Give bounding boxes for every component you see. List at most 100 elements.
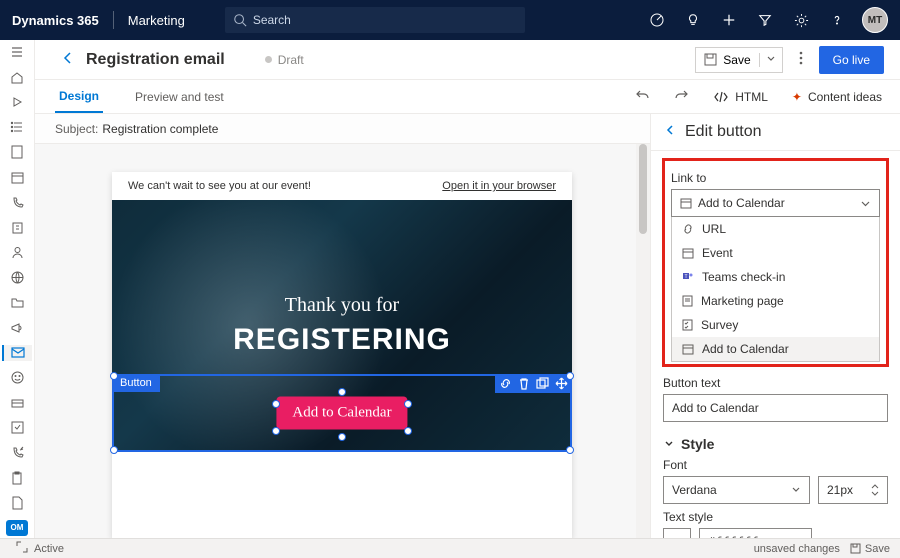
- resize-handle[interactable]: [272, 427, 280, 435]
- editor-tabs: Design Preview and test HTML ✦Content id…: [0, 80, 900, 114]
- move-icon[interactable]: [555, 377, 568, 390]
- app-area[interactable]: Marketing: [128, 13, 185, 28]
- color-swatch[interactable]: [663, 528, 691, 538]
- page-icon[interactable]: [2, 144, 32, 160]
- segment-icon[interactable]: [2, 395, 32, 411]
- task-icon[interactable]: [2, 420, 32, 436]
- resize-handle[interactable]: [566, 372, 574, 380]
- option-url[interactable]: URL: [672, 217, 879, 241]
- lightbulb-icon[interactable]: [678, 5, 708, 35]
- user-avatar[interactable]: MT: [862, 7, 888, 33]
- link-to-section: Link to Add to Calendar URL Event TTeams…: [663, 159, 888, 366]
- resize-handle[interactable]: [110, 372, 118, 380]
- save-split[interactable]: [759, 53, 776, 67]
- globe-icon[interactable]: [2, 269, 32, 285]
- hero-block[interactable]: Thank you for REGISTERING Button Add to …: [112, 200, 572, 450]
- tab-html[interactable]: HTML: [713, 90, 768, 104]
- back-icon[interactable]: [60, 50, 76, 69]
- megaphone-icon[interactable]: [2, 320, 32, 336]
- target-icon[interactable]: [642, 5, 672, 35]
- link-to-select[interactable]: Add to Calendar: [671, 189, 880, 217]
- list-icon[interactable]: [2, 119, 32, 135]
- scrollbar-thumb[interactable]: [639, 144, 647, 234]
- phone-icon[interactable]: [2, 194, 32, 210]
- tab-preview[interactable]: Preview and test: [131, 80, 228, 113]
- code-icon: [713, 91, 729, 103]
- filter-icon[interactable]: [750, 5, 780, 35]
- spinner-icon: [871, 483, 879, 497]
- resize-handle[interactable]: [566, 446, 574, 454]
- text-style-label: Text style: [663, 510, 888, 524]
- subject-value: Registration complete: [102, 122, 218, 136]
- clipboard-icon[interactable]: [2, 470, 32, 486]
- resize-handle[interactable]: [338, 433, 346, 441]
- area-switcher[interactable]: OM: [6, 520, 28, 536]
- status-bar: Active unsaved changes Save: [0, 538, 900, 558]
- expand-icon[interactable]: [16, 541, 28, 556]
- menu-icon[interactable]: [2, 44, 32, 60]
- redo-icon[interactable]: [674, 88, 689, 106]
- cta-button[interactable]: Add to Calendar: [276, 397, 407, 430]
- canvas-area[interactable]: We can't wait to see you at our event! O…: [35, 144, 650, 538]
- resize-handle[interactable]: [338, 388, 346, 396]
- person-icon[interactable]: [2, 244, 32, 260]
- status-save-button[interactable]: Save: [850, 543, 890, 555]
- chevron-down-icon: [663, 438, 675, 450]
- status-unsaved: unsaved changes: [754, 543, 840, 555]
- color-hex-input[interactable]: #ffffff: [699, 528, 812, 538]
- option-teams[interactable]: TTeams check-in: [672, 265, 879, 289]
- link-icon: [682, 223, 694, 235]
- mail-icon[interactable]: [2, 345, 32, 361]
- option-add-to-calendar[interactable]: Add to Calendar: [672, 337, 879, 361]
- panel-body: Link to Add to Calendar URL Event TTeams…: [651, 151, 900, 538]
- option-survey[interactable]: Survey: [672, 313, 879, 337]
- plus-icon[interactable]: [714, 5, 744, 35]
- page-title: Registration email: [86, 51, 225, 69]
- save-icon: [850, 543, 861, 554]
- trash-icon[interactable]: [518, 377, 530, 390]
- gear-icon[interactable]: [786, 5, 816, 35]
- global-search[interactable]: Search: [225, 7, 525, 33]
- event-icon: [682, 247, 694, 259]
- save-button[interactable]: Save: [695, 47, 782, 73]
- calendar-icon[interactable]: [2, 169, 32, 185]
- resize-handle[interactable]: [110, 446, 118, 454]
- chevron-down-icon: [860, 198, 871, 209]
- resize-handle[interactable]: [404, 400, 412, 408]
- button-text-input[interactable]: Add to Calendar: [663, 394, 888, 422]
- folder-icon[interactable]: [2, 294, 32, 310]
- call-icon[interactable]: [2, 445, 32, 461]
- panel-back-icon[interactable]: [663, 123, 677, 142]
- calendar-icon: [680, 197, 692, 209]
- preheader-text: We can't wait to see you at our event!: [128, 180, 311, 192]
- link-to-label: Link to: [671, 171, 880, 185]
- more-icon[interactable]: [793, 51, 809, 68]
- font-size-input[interactable]: 21px: [818, 476, 888, 504]
- open-in-browser-link[interactable]: Open it in your browser: [442, 180, 556, 192]
- chevron-down-icon: [791, 485, 801, 495]
- option-event[interactable]: Event: [672, 241, 879, 265]
- link-icon[interactable]: [499, 377, 512, 390]
- status-dot: [265, 56, 272, 63]
- building-icon[interactable]: [2, 219, 32, 235]
- search-icon: [233, 13, 247, 27]
- home-icon[interactable]: [2, 69, 32, 85]
- option-marketing-page[interactable]: Marketing page: [672, 289, 879, 313]
- style-section-header[interactable]: Style: [663, 436, 888, 452]
- tab-design[interactable]: Design: [55, 80, 103, 113]
- subject-row[interactable]: Subject: Registration complete: [35, 114, 650, 144]
- emoji-icon[interactable]: [2, 370, 32, 386]
- undo-icon[interactable]: [635, 88, 650, 106]
- duplicate-icon[interactable]: [536, 377, 549, 390]
- selection-tag: Button: [112, 374, 160, 392]
- play-icon[interactable]: [2, 94, 32, 110]
- go-live-button[interactable]: Go live: [819, 46, 884, 74]
- font-select[interactable]: Verdana: [663, 476, 810, 504]
- document-icon[interactable]: [2, 495, 32, 511]
- link-to-options: URL Event TTeams check-in Marketing page…: [671, 217, 880, 362]
- help-icon[interactable]: [822, 5, 852, 35]
- resize-handle[interactable]: [404, 427, 412, 435]
- tab-content-ideas[interactable]: ✦Content ideas: [792, 90, 882, 104]
- brand-name[interactable]: Dynamics 365: [12, 13, 99, 28]
- canvas-scrollbar[interactable]: [636, 144, 650, 538]
